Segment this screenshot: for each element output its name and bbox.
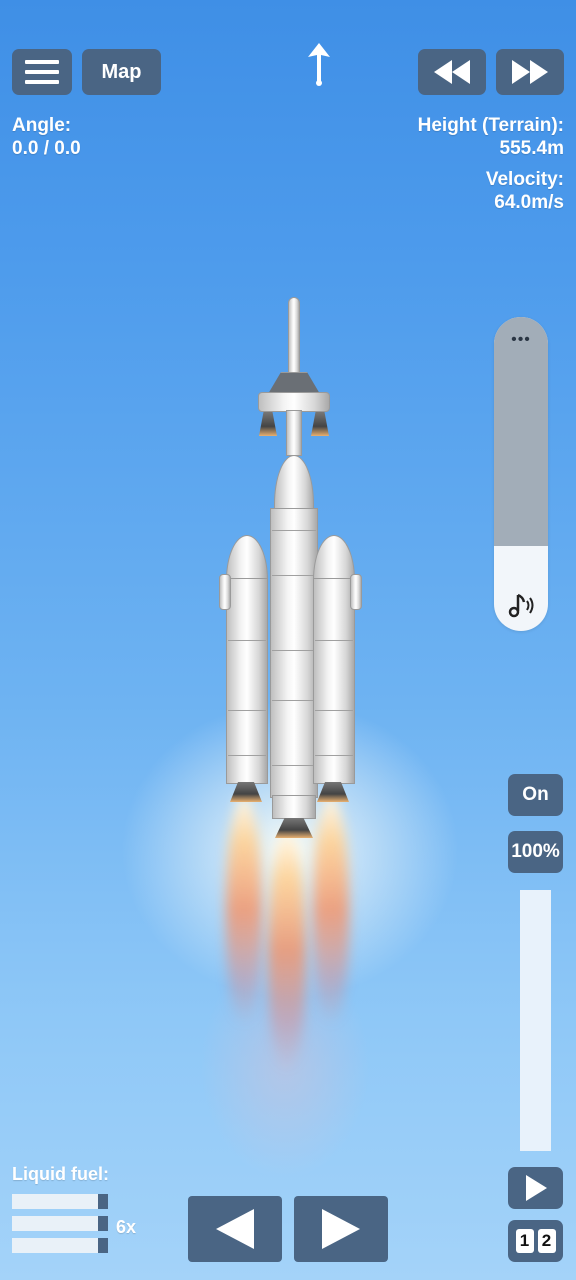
right-booster-flame	[313, 795, 349, 1025]
left-booster-nose	[226, 535, 268, 580]
core-body	[270, 508, 318, 798]
core-seam-3	[272, 650, 316, 651]
throttle-percent-label: 100%	[511, 841, 560, 862]
fuel-bar	[12, 1216, 98, 1231]
throttle-slider-fill	[520, 890, 551, 1151]
core-flame	[268, 830, 306, 1070]
right-seam-2	[315, 710, 353, 711]
rewind-icon	[434, 60, 470, 84]
core-nose	[274, 455, 314, 510]
rotate-left-icon	[216, 1209, 254, 1249]
more-options-icon[interactable]: •••	[494, 331, 548, 349]
core-seam-5	[272, 765, 316, 766]
right-booster-nose	[313, 535, 355, 580]
sound-slider-empty-track	[494, 317, 548, 546]
prograde-arrow-icon	[308, 43, 330, 86]
right-seam-1	[315, 640, 353, 641]
core-seam-1	[272, 530, 316, 531]
rotate-right-icon	[322, 1209, 360, 1249]
rewind-button[interactable]	[418, 49, 486, 95]
upper-nozzle-left	[259, 412, 277, 436]
left-seam-2	[228, 710, 266, 711]
music-note-icon	[508, 593, 534, 618]
throttle-percent-button[interactable]: 100%	[508, 831, 563, 873]
stage-digit-1: 1	[515, 1229, 534, 1253]
stage-digit-2: 2	[537, 1229, 556, 1253]
rotate-left-button[interactable]	[188, 1196, 282, 1262]
map-button[interactable]: Map	[82, 49, 161, 95]
angle-value: 0.0 / 0.0	[12, 138, 81, 159]
stage-selector-button[interactable]: 1 2	[508, 1220, 563, 1262]
height-value: 555.4m	[499, 138, 564, 159]
fuel-bar-end	[98, 1194, 108, 1209]
fuel-bar	[12, 1238, 98, 1253]
fuel-bar-end	[98, 1238, 108, 1253]
left-seam-3	[228, 755, 266, 756]
left-booster-flame	[226, 795, 262, 1025]
upper-nozzle-right	[311, 412, 329, 436]
fuel-bar	[12, 1194, 98, 1209]
left-booster-body	[226, 578, 268, 784]
right-booster-side-pod	[350, 574, 362, 610]
left-booster-side-pod	[219, 574, 231, 610]
right-seam-3	[315, 755, 353, 756]
sound-volume-slider[interactable]: •••	[494, 317, 548, 631]
fuel-bar-end	[98, 1216, 108, 1231]
right-booster-body	[313, 578, 355, 784]
left-seam-1	[228, 640, 266, 641]
liquid-fuel-label: Liquid fuel:	[12, 1164, 109, 1184]
velocity-value: 64.0m/s	[494, 192, 564, 213]
velocity-label: Velocity:	[485, 169, 564, 190]
upper-stem	[286, 410, 302, 456]
throttle-on-label: On	[522, 784, 549, 805]
throttle-on-button[interactable]: On	[508, 774, 563, 816]
fast-forward-icon	[512, 60, 548, 84]
core-seam-2	[272, 575, 316, 576]
throttle-slider[interactable]	[520, 890, 551, 1151]
angle-label: Angle:	[12, 115, 72, 136]
hamburger-menu-icon	[25, 60, 59, 84]
rotate-right-button[interactable]	[294, 1196, 388, 1262]
stage-activate-button[interactable]	[508, 1167, 563, 1209]
upper-ring	[258, 392, 330, 412]
upper-adapter	[268, 372, 320, 394]
core-seam-4	[272, 700, 316, 701]
play-icon	[525, 1175, 547, 1201]
core-engine-mount	[272, 795, 316, 819]
height-label: Height (Terrain):	[417, 115, 564, 136]
escape-tower	[288, 297, 300, 375]
menu-button[interactable]	[12, 49, 72, 95]
fast-forward-button[interactable]	[496, 49, 564, 95]
map-button-label: Map	[101, 60, 142, 83]
fuel-multiplier: 6x	[116, 1217, 137, 1237]
